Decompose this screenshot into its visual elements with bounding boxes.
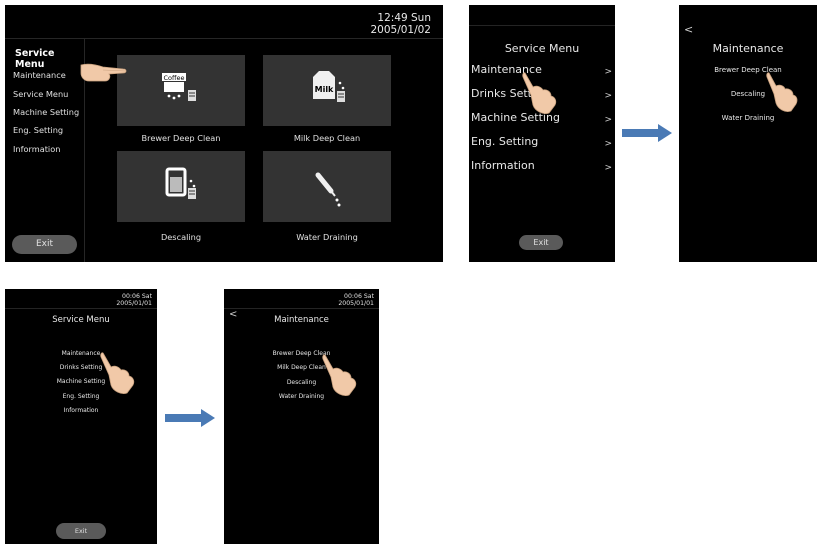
tile-water-draining[interactable]	[263, 151, 391, 222]
clock-time: 00:06 Sat	[344, 293, 374, 300]
portrait-maintenance-screen-small: 00:06 Sat 2005/01/01 < Maintenance Brewe…	[224, 289, 379, 544]
menu-item-information[interactable]: Information	[471, 159, 535, 172]
back-chevron-icon[interactable]: <	[684, 23, 693, 36]
exit-button[interactable]: Exit	[12, 235, 77, 254]
page-title: Service Menu	[504, 42, 580, 55]
sidebar-item-machine-setting[interactable]: Machine Setting	[13, 107, 79, 117]
coffee-icon-label: Coffee	[164, 74, 185, 82]
clock: 00:06 Sat 2005/01/01	[338, 293, 374, 307]
clock-time: 00:06 Sat	[122, 293, 152, 300]
page-title: Service Menu	[52, 315, 110, 325]
water-draining-icon	[315, 172, 341, 207]
portrait-service-menu-screen: Service Menu Maintenance > Drinks Settin…	[469, 5, 615, 262]
portrait-service-menu-screen-small: 00:06 Sat 2005/01/01 Service Menu Mainte…	[5, 289, 157, 544]
pointing-hand-icon	[80, 63, 127, 82]
pointing-hand-icon	[322, 354, 357, 396]
right-arrow-icon	[622, 124, 672, 142]
sidebar: Service Menu Maintenance Service Menu Ma…	[5, 39, 85, 262]
coffee-machine-icon: Coffee	[162, 73, 196, 101]
milk-carton-icon: Milk	[313, 71, 345, 102]
header-divider	[224, 308, 379, 309]
pointing-hand-icon	[522, 72, 557, 114]
menu-item-water-draining[interactable]: Water Draining	[679, 114, 817, 122]
milk-icon-label: Milk	[315, 85, 334, 94]
chevron-right-icon: >	[604, 91, 612, 101]
exit-button[interactable]: Exit	[56, 523, 106, 539]
right-arrow-icon	[165, 409, 215, 427]
tile-milk-deep-clean[interactable]: Milk	[263, 55, 391, 126]
tile-label-brewer-deep-clean: Brewer Deep Clean	[141, 133, 221, 143]
landscape-service-screen: 12:49 Sun 2005/01/02 Service Menu Mainte…	[5, 5, 443, 262]
header-divider	[5, 308, 157, 309]
sidebar-item-service-menu[interactable]: Service Menu	[13, 89, 68, 99]
clock-date: 2005/01/02	[370, 24, 431, 36]
tile-label-descaling: Descaling	[160, 232, 202, 242]
clock-date: 2005/01/01	[116, 300, 152, 307]
pointing-hand-icon	[100, 352, 135, 394]
tile-descaling[interactable]	[117, 151, 245, 222]
page-title: Maintenance	[712, 42, 784, 55]
header-divider	[469, 25, 615, 26]
chevron-right-icon: >	[604, 163, 612, 173]
menu-item-eng-setting[interactable]: Eng. Setting	[471, 135, 538, 148]
clock: 00:06 Sat 2005/01/01	[116, 293, 152, 307]
chevron-right-icon: >	[604, 139, 612, 149]
page-title: Maintenance	[274, 315, 329, 325]
tile-label-water-draining: Water Draining	[296, 232, 358, 242]
portrait-maintenance-screen: < Maintenance Brewer Deep Clean Descalin…	[679, 5, 817, 262]
chevron-right-icon: >	[604, 67, 612, 77]
tile-brewer-deep-clean[interactable]: Coffee	[117, 55, 245, 126]
chevron-right-icon: >	[604, 115, 612, 125]
tile-label-milk-deep-clean: Milk Deep Clean	[293, 133, 361, 143]
exit-button[interactable]: Exit	[519, 235, 563, 250]
clock-time: 12:49 Sun	[377, 12, 431, 24]
sidebar-title: Service Menu	[15, 48, 55, 70]
sidebar-item-information[interactable]: Information	[13, 144, 60, 154]
menu-item-information[interactable]: Information	[5, 407, 157, 414]
pointing-hand-icon	[766, 72, 798, 112]
sidebar-item-maintenance[interactable]: Maintenance	[13, 70, 66, 80]
sidebar-item-eng-setting[interactable]: Eng. Setting	[13, 125, 63, 135]
descaling-icon	[165, 167, 196, 199]
clock-date: 2005/01/01	[338, 300, 374, 307]
clock: 12:49 Sun 2005/01/02	[370, 12, 431, 36]
